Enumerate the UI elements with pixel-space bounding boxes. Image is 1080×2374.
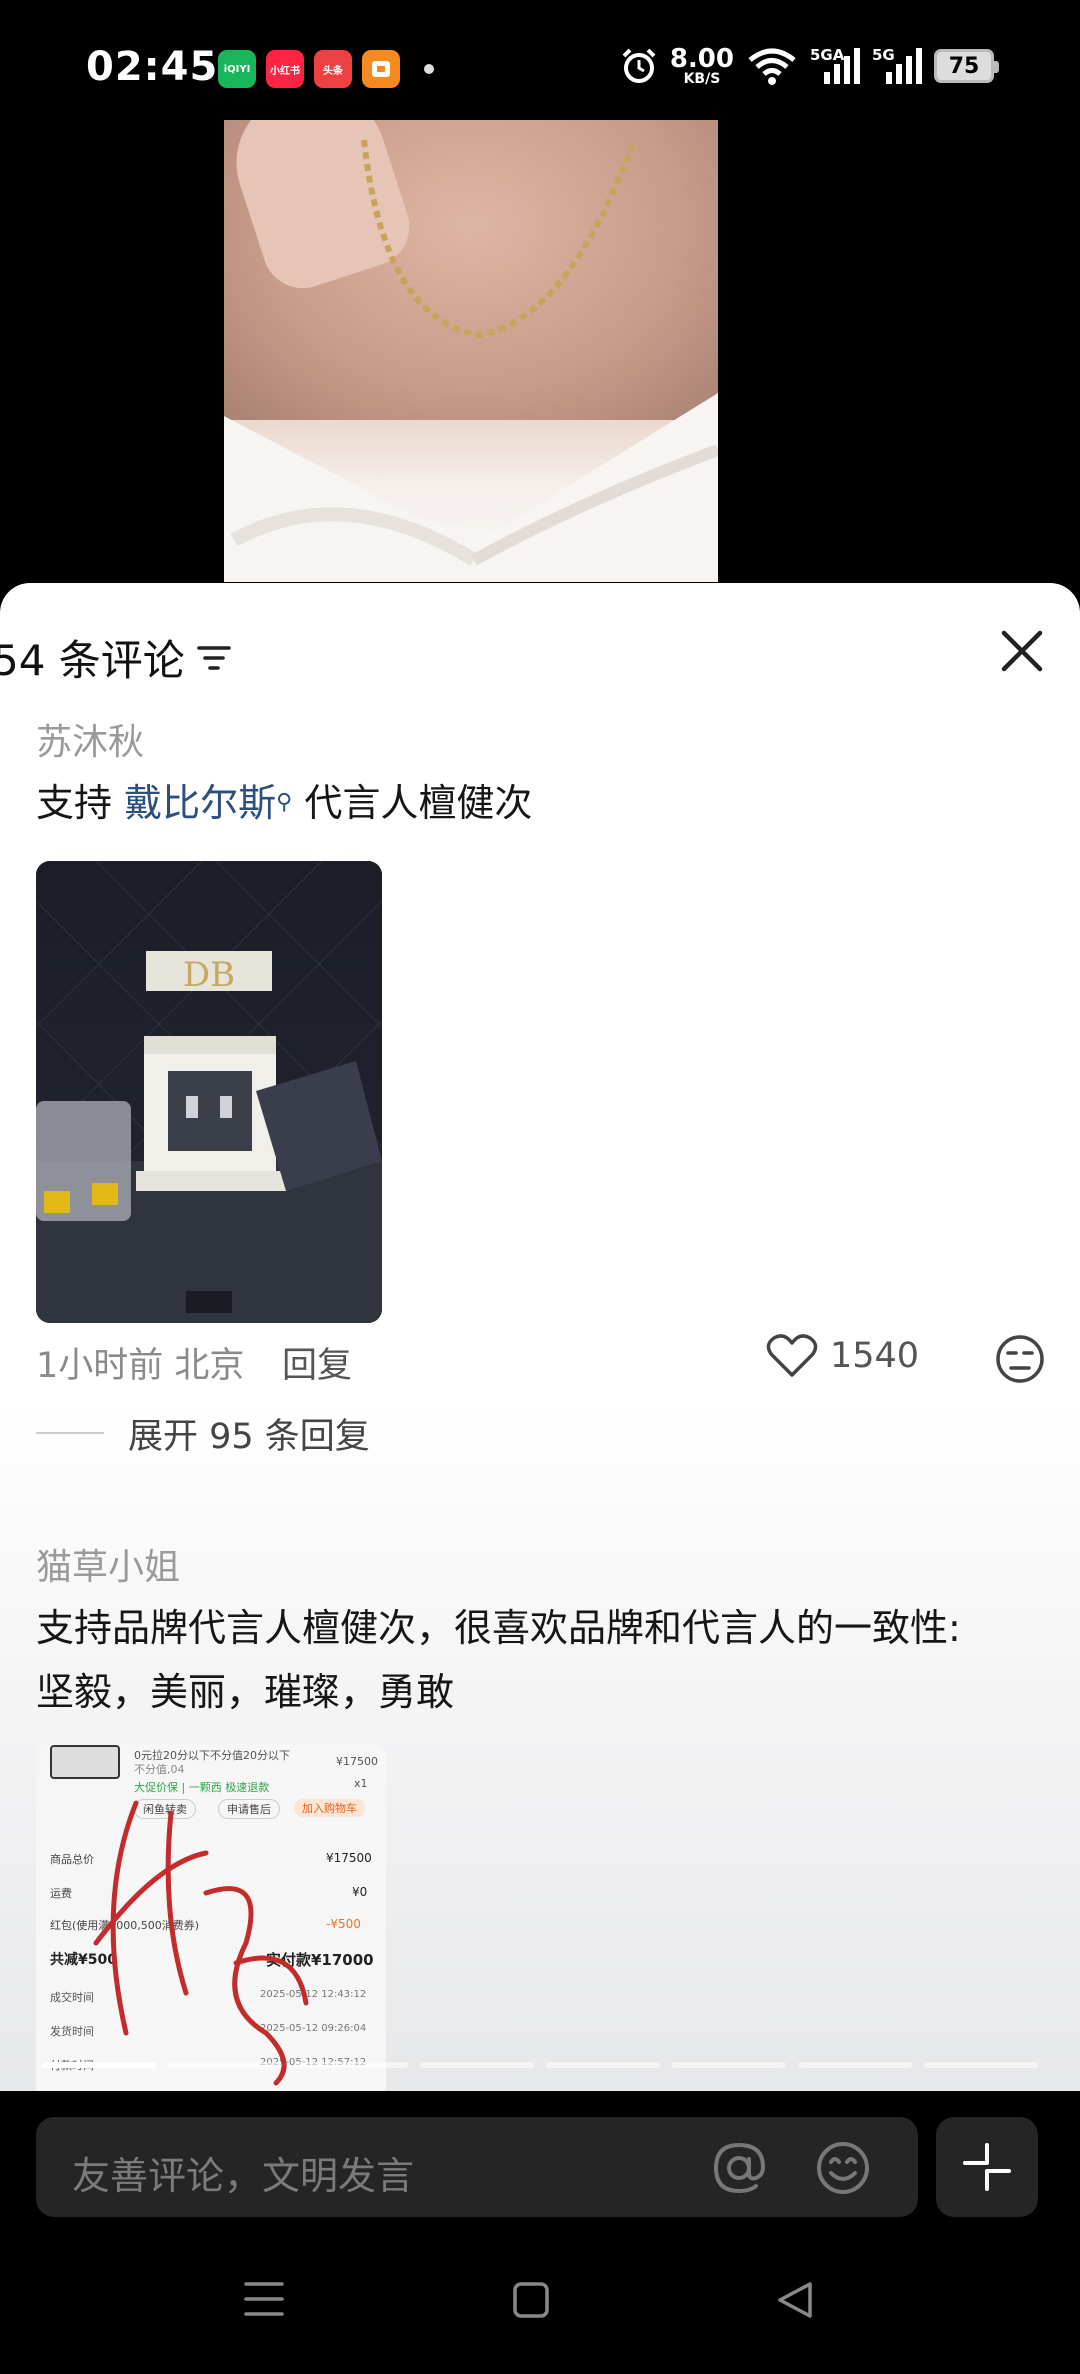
status-bar: 02:45 iQIYI 小红书 头条 8.00 KB/S 5GA 5G 75 <box>0 0 1080 118</box>
comment-count[interactable]: 54 条评论 <box>0 627 231 688</box>
dislike-emoji-icon[interactable] <box>994 1333 1046 1385</box>
like-count: 1540 <box>830 1336 920 1376</box>
video-thumbnail[interactable] <box>224 120 718 582</box>
comment-input-bar: 友善评论，文明发言 <box>0 2091 1080 2241</box>
brand-link-text: 戴比尔斯 <box>124 781 277 825</box>
progress-segment <box>672 2062 786 2068</box>
alarm-icon <box>622 48 656 83</box>
battery-icon: 75 <box>934 49 999 83</box>
comment-text-line: 坚毅，美丽，璀璨，勇敢 <box>36 1670 455 1714</box>
comment-text: 支持品牌代言人檀健次，很喜欢品牌和代言人的一致性: 坚毅，美丽，璀璨，勇敢 <box>36 1596 1046 1724</box>
expand-replies[interactable]: 展开 95 条回复 <box>36 1408 370 1458</box>
video-preview[interactable] <box>0 118 1080 588</box>
expand-replies-label: 展开 95 条回复 <box>128 1416 370 1457</box>
network-speed-value: 8.00 <box>669 44 734 74</box>
progress-segment <box>168 2062 282 2068</box>
wifi-icon <box>748 48 796 85</box>
xiaohongshu-app-icon: 小红书 <box>266 50 304 88</box>
emoji-icon[interactable] <box>812 2137 874 2199</box>
reply-button[interactable]: 回复 <box>282 1337 352 1388</box>
comment-meta-row: 1小时前 北京 回复 1540 <box>36 1333 1046 1389</box>
comment-text: 支持 戴比尔斯⚲ 代言人檀健次 <box>36 771 1046 835</box>
more-notifications-dot <box>424 64 434 74</box>
comment-time-location: 1小时前 北京 <box>36 1346 245 1386</box>
orange-app-icon <box>362 50 400 88</box>
brand-search-link[interactable]: 戴比尔斯⚲ <box>124 781 292 825</box>
comment-image-jewelry-box[interactable]: DB <box>36 861 382 1323</box>
comment-sheet-header: 54 条评论 <box>0 623 1080 693</box>
progress-segment <box>546 2062 660 2068</box>
progress-segment <box>294 2062 408 2068</box>
svg-text:DB: DB <box>183 955 235 995</box>
search-icon: ⚲ <box>276 790 293 815</box>
close-icon[interactable] <box>998 627 1046 675</box>
comment-sheet: 54 条评论 苏沐秋 支持 戴比尔斯⚲ 代言人檀健次 DB 1小时前 北京 回复… <box>0 583 1080 2091</box>
home-icon[interactable] <box>512 2281 550 2319</box>
battery-level: 75 <box>948 53 980 79</box>
comment-image-order-receipt[interactable]: 0元拉20分以下不分值20分以下 不分值,04 ¥17500 x1 大促价保 |… <box>36 1743 386 2091</box>
comment-input[interactable]: 友善评论，文明发言 <box>36 2117 918 2217</box>
comment-username[interactable]: 猫草小姐 <box>36 1538 1046 1590</box>
comment-item: 苏沐秋 支持 戴比尔斯⚲ 代言人檀健次 <box>36 713 1046 835</box>
sort-filter-icon[interactable] <box>197 643 231 673</box>
progress-segment <box>798 2062 912 2068</box>
signal-5g-icon: 5G <box>872 46 922 86</box>
comment-item: 猫草小姐 支持品牌代言人檀健次，很喜欢品牌和代言人的一致性: 坚毅，美丽，璀璨，… <box>36 1538 1046 1724</box>
comment-text-line: 支持品牌代言人檀健次，很喜欢品牌和代言人的一致性: <box>36 1606 961 1650</box>
status-time: 02:45 <box>86 44 219 90</box>
network-speed-unit: KB/S <box>683 71 721 87</box>
system-navigation-bar <box>0 2241 1080 2374</box>
comment-count-label: 54 条评论 <box>0 636 185 685</box>
comment-text-part: 代言人檀健次 <box>292 781 533 825</box>
collapse-arrows-icon <box>963 2143 1011 2191</box>
expand-input-button[interactable] <box>936 2117 1038 2217</box>
comment-text-part: 支持 <box>36 781 125 825</box>
menu-icon[interactable] <box>244 2281 284 2317</box>
red-scribble-overlay <box>93 1800 309 2086</box>
heart-icon <box>766 1334 818 1377</box>
iqiyi-app-icon: iQIYI <box>218 50 256 88</box>
expand-divider <box>36 1432 104 1434</box>
necklace-illustration <box>230 138 718 566</box>
status-indicators: 8.00 KB/S 5GA 5G 75 <box>620 46 999 86</box>
notification-app-icons: iQIYI 小红书 头条 <box>218 50 434 88</box>
comment-input-placeholder: 友善评论，文明发言 <box>72 2154 415 2198</box>
mention-at-icon[interactable] <box>708 2137 770 2199</box>
network-speed: 8.00 KB/S <box>670 46 734 86</box>
like-button[interactable]: 1540 <box>766 1333 919 1379</box>
progress-segment <box>42 2062 156 2068</box>
signal-5ga-icon: 5GA <box>810 46 860 86</box>
comment-username[interactable]: 苏沐秋 <box>36 713 1046 765</box>
image-progress-indicator <box>42 2062 1038 2068</box>
progress-segment <box>924 2062 1038 2068</box>
toutiao-app-icon: 头条 <box>314 50 352 88</box>
progress-segment <box>420 2062 534 2068</box>
back-icon[interactable] <box>774 2279 816 2321</box>
